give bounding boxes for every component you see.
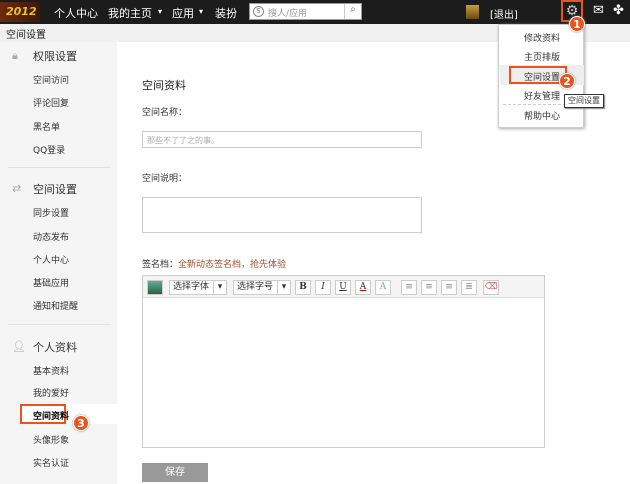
underline-button[interactable]: U	[335, 280, 351, 295]
italic-button[interactable]: I	[315, 280, 331, 295]
space-name-label: 空间名称：	[142, 108, 188, 118]
section-privacy[interactable]: 权限设置	[33, 48, 77, 64]
sidebar-item-sync[interactable]: 同步设置	[33, 206, 69, 219]
nav-apps[interactable]: 应用	[172, 5, 194, 21]
font-family-select[interactable]: 选择字体 ▾	[169, 280, 227, 295]
save-button[interactable]: 保存	[142, 463, 208, 482]
chevron-down-icon[interactable]: ▾	[158, 7, 162, 16]
tooltip: 空间设置	[564, 94, 604, 108]
space-desc-label: 空间说明：	[142, 174, 188, 184]
divider	[8, 324, 111, 325]
sidebar: 🔒︎ 权限设置 空间访问 评论回复 黑名单 QQ登录 ⇄ 空间设置 同步设置 动…	[0, 42, 117, 484]
clover-icon[interactable]: ✤	[613, 3, 624, 18]
align-justify-icon[interactable]: ≣	[461, 280, 477, 295]
section-profile[interactable]: 个人资料	[33, 339, 77, 355]
logo[interactable]: 2012	[0, 2, 40, 22]
sidebar-item-blacklist[interactable]: 黑名单	[33, 120, 60, 133]
bold-button[interactable]: B	[295, 280, 311, 295]
step-badge-1: 1	[569, 16, 585, 32]
menu-item-help-center[interactable]: 帮助中心	[499, 109, 585, 122]
step-badge-3: 3	[73, 415, 89, 431]
space-name-input[interactable]: 那些不了了之的事。	[142, 131, 422, 148]
logout-link[interactable]: [退出]	[490, 6, 518, 21]
search-placeholder: 搜人/应用	[268, 9, 308, 19]
sidebar-item-comment-reply[interactable]: 评论回复	[33, 96, 69, 109]
mail-icon[interactable]: ✉	[593, 3, 604, 18]
sidebar-item-space-profile[interactable]: 空间资料	[33, 409, 69, 422]
sync-icon: ⇄	[12, 182, 22, 195]
sidebar-item-basic-info[interactable]: 基本资料	[33, 364, 69, 377]
chevron-down-icon: ▾	[277, 281, 290, 294]
font-select-label: 选择字体	[173, 282, 210, 292]
top-nav-bar: 2012 个人中心 我的主页 ▾ 应用 ▾ 装扮 S 搜人/应用 ⌕ [退出] …	[0, 0, 630, 24]
image-icon[interactable]	[147, 280, 163, 295]
menu-item-edit-profile[interactable]: 修改资料	[499, 31, 585, 44]
space-desc-textarea[interactable]	[142, 197, 422, 233]
sidebar-item-verification[interactable]: 实名认证	[33, 456, 69, 469]
signature-label: 签名档：全新动态签名档，抢先体验	[142, 257, 286, 270]
signature-label-text: 签名档：	[142, 260, 179, 270]
align-right-icon[interactable]: ≡	[441, 280, 457, 295]
sidebar-item-space-access[interactable]: 空间访问	[33, 73, 69, 86]
size-select-label: 选择字号	[237, 282, 274, 292]
search-icon[interactable]: ⌕	[344, 4, 361, 19]
chevron-down-icon[interactable]: ▾	[199, 7, 203, 16]
sidebar-item-notifications[interactable]: 通知和提醒	[33, 299, 78, 312]
section-space-settings[interactable]: 空间设置	[33, 181, 77, 197]
align-left-icon[interactable]: ≡	[401, 280, 417, 295]
nav-dress-up[interactable]: 装扮	[215, 5, 237, 21]
font-color-button[interactable]: A	[355, 280, 371, 295]
signature-editor[interactable]: 选择字体 ▾ 选择字号 ▾ B I U A A ≡ ≡ ≡ ≣ ⌫	[142, 275, 545, 448]
eraser-icon[interactable]: ⌫	[483, 280, 499, 295]
avatar[interactable]	[466, 5, 479, 19]
menu-item-homepage-layout[interactable]: 主页排版	[499, 50, 585, 63]
divider	[8, 167, 111, 168]
chevron-down-icon: ▾	[213, 281, 226, 294]
page-title: 空间资料	[142, 79, 186, 92]
font-size-select[interactable]: 选择字号 ▾	[233, 280, 291, 295]
editor-toolbar: 选择字体 ▾ 选择字号 ▾ B I U A A ≡ ≡ ≡ ≣ ⌫	[143, 276, 544, 298]
sidebar-item-hobbies[interactable]: 我的爱好	[33, 386, 69, 399]
nav-my-homepage[interactable]: 我的主页	[108, 5, 152, 21]
sidebar-item-personal-center[interactable]: 个人中心	[33, 253, 69, 266]
lock-icon: 🔒︎	[12, 49, 18, 62]
nav-personal-center[interactable]: 个人中心	[54, 5, 98, 21]
highlight-button[interactable]: A	[375, 280, 391, 295]
dynamic-signature-link[interactable]: 全新动态签名档，抢先体验	[178, 260, 286, 270]
sidebar-item-feed-publish[interactable]: 动态发布	[33, 230, 69, 243]
search-input[interactable]: S 搜人/应用 ⌕	[249, 3, 362, 20]
search-s-icon: S	[253, 6, 264, 17]
sidebar-item-basic-apps[interactable]: 基础应用	[33, 276, 69, 289]
user-icon: 👤︎	[12, 340, 26, 353]
step-badge-2: 2	[559, 73, 575, 89]
sidebar-item-avatar[interactable]: 头像形象	[33, 433, 69, 446]
sidebar-item-qq-login[interactable]: QQ登录	[33, 143, 65, 156]
align-center-icon[interactable]: ≡	[421, 280, 437, 295]
